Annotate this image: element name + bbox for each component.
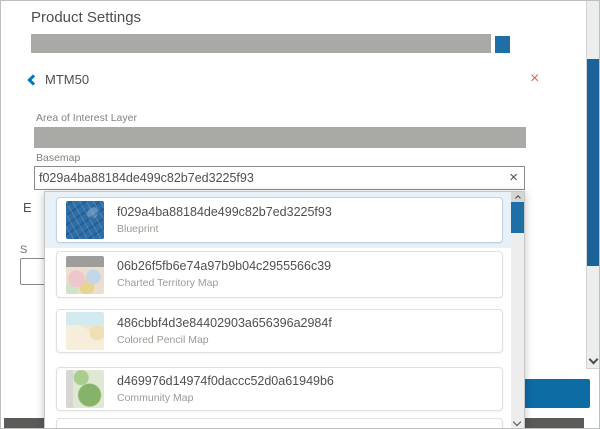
- hidden-label-fragment: E: [23, 200, 32, 215]
- community-map-thumbnail: [66, 370, 104, 408]
- basemap-option-title: Charted Territory Map: [117, 276, 331, 290]
- basemap-option-partial[interactable]: [56, 418, 503, 429]
- basemap-input-value: f029a4ba88184de499c82b7ed3225f93: [39, 171, 509, 185]
- close-icon[interactable]: ×: [530, 71, 539, 87]
- blueprint-map-thumbnail: [66, 201, 104, 239]
- basemap-option-id: 486cbbf4d3e84402903a656396a2984f: [117, 316, 332, 331]
- blue-action-square[interactable]: [495, 36, 510, 53]
- dropdown-scrollbar-thumb[interactable]: [511, 202, 524, 233]
- basemap-option-id: 06b26f5fb6e74a97b9b04c2955566c39: [117, 259, 331, 274]
- chevron-up-icon: [515, 195, 521, 201]
- basemap-option-title: Colored Pencil Map: [117, 333, 332, 347]
- basemap-option-colored-pencil[interactable]: 486cbbf4d3e84402903a656396a2984f Colored…: [56, 309, 503, 353]
- chevron-left-icon: [27, 74, 38, 85]
- basemap-dropdown-panel: f029a4ba88184de499c82b7ed3225f93 Bluepri…: [44, 191, 525, 429]
- checkbox-fragment[interactable]: [20, 258, 47, 285]
- product-settings-window: Product Settings MTM50 × Area of Interes…: [0, 0, 600, 429]
- basemap-option-blueprint[interactable]: f029a4ba88184de499c82b7ed3225f93 Bluepri…: [56, 197, 503, 243]
- basemap-option-charted-territory[interactable]: 06b26f5fb6e74a97b9b04c2955566c39 Charted…: [56, 251, 503, 298]
- basemap-option-community[interactable]: d469976d14974f0daccc52d0a61949b6 Communi…: [56, 367, 503, 411]
- chevron-down-icon[interactable]: [513, 418, 521, 426]
- redacted-input-bar[interactable]: [31, 34, 491, 53]
- back-button-label: MTM50: [45, 72, 89, 87]
- colored-pencil-map-thumbnail: [66, 312, 104, 350]
- hidden-label-fragment-2: S: [20, 244, 27, 256]
- basemap-option-id: f029a4ba88184de499c82b7ed3225f93: [117, 205, 332, 220]
- charted-territory-map-thumbnail: [66, 256, 104, 294]
- basemap-option-title: Community Map: [117, 391, 334, 405]
- basemap-option-title: Blueprint: [117, 222, 332, 236]
- basemap-option-id: d469976d14974f0daccc52d0a61949b6: [117, 374, 334, 389]
- aoi-input-redacted[interactable]: [34, 127, 526, 148]
- primary-action-button[interactable]: [524, 379, 590, 408]
- aoi-field-label: Area of Interest Layer: [36, 112, 137, 124]
- window-scrollbar-thumb[interactable]: [587, 59, 600, 266]
- basemap-input[interactable]: f029a4ba88184de499c82b7ed3225f93 ×: [34, 166, 525, 190]
- dropdown-scrollbar-track[interactable]: [511, 192, 524, 429]
- scroll-up-button[interactable]: [511, 192, 524, 202]
- basemap-field-label: Basemap: [36, 152, 80, 164]
- back-button[interactable]: MTM50: [29, 72, 89, 87]
- page-title: Product Settings: [31, 9, 141, 26]
- clear-x-icon[interactable]: ×: [509, 171, 518, 185]
